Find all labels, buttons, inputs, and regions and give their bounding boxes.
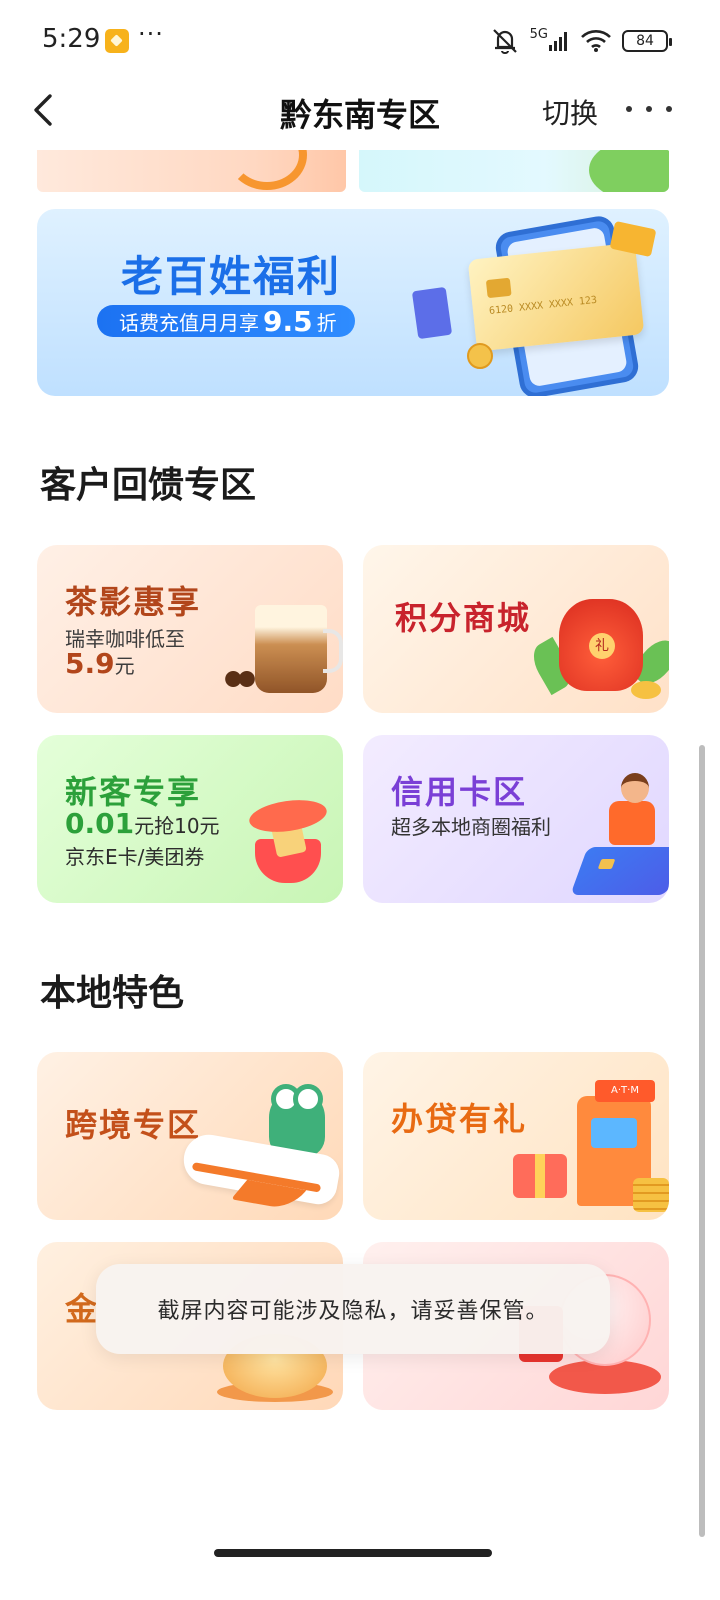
welfare-pill-suffix: 折 xyxy=(316,310,337,335)
coin-illustration xyxy=(467,343,493,369)
card-amount: 0.01元抢10元 xyxy=(65,807,220,840)
skater-illustration xyxy=(609,801,655,845)
atm-screen-illustration xyxy=(591,1118,637,1148)
card-title: 积分商城 xyxy=(395,599,532,637)
card-title: 金 xyxy=(65,1290,100,1328)
amount-value: 0.01 xyxy=(65,807,135,840)
card-subtitle: 京东E卡/美团券 xyxy=(65,845,205,869)
page-title: 黔东南专区 xyxy=(279,96,440,134)
card-points-mall[interactable]: 积分商城 礼 xyxy=(363,545,669,713)
welfare-discount-pill: 话费充值月月享 9.5 折 xyxy=(97,304,355,338)
mute-icon xyxy=(492,29,517,54)
card-loan-gift[interactable]: 办贷有礼 A·T·M xyxy=(363,1052,669,1220)
top-banner-left[interactable] xyxy=(37,150,346,192)
app-notification-icon xyxy=(105,29,129,53)
welfare-pill-discount: 9.5 xyxy=(263,304,313,338)
skater-head-illustration xyxy=(621,773,649,803)
card-new-customer[interactable]: 新客专享 0.01元抢10元 京东E卡/美团券 xyxy=(37,735,343,903)
amount-rest: 元抢10元 xyxy=(134,814,220,838)
more-dots-icon[interactable] xyxy=(626,92,672,126)
card-title: 茶影惠享 xyxy=(65,583,202,621)
gift-illustration xyxy=(513,1154,567,1198)
section-title-feedback: 客户回馈专区 xyxy=(40,465,257,506)
wifi-icon xyxy=(581,30,611,52)
card-cross-border[interactable]: 跨境专区 xyxy=(37,1052,343,1220)
status-time: 5:29 xyxy=(42,24,101,54)
credit-card-illustration xyxy=(570,847,669,895)
price-unit: 元 xyxy=(114,654,135,678)
switch-region-button[interactable]: 切换 xyxy=(542,92,598,132)
top-banner-right[interactable] xyxy=(359,150,669,192)
card-price: 5.9元 xyxy=(65,647,135,680)
coffee-beans-illustration xyxy=(223,669,257,689)
status-icons: 5G 84 xyxy=(490,26,672,54)
gold-ingot-illustration xyxy=(631,681,661,699)
section-title-local: 本地特色 xyxy=(40,973,185,1014)
welfare-banner[interactable]: 老百姓福利 话费充值月月享 9.5 折 6120 XXXX XXXX 123 xyxy=(37,209,669,396)
bank-card-illustration: 6120 XXXX XXXX 123 xyxy=(467,242,645,352)
screenshot-privacy-toast: 截屏内容可能涉及隐私，请妥善保管。 xyxy=(96,1264,610,1354)
battery-icon: 84 xyxy=(622,30,672,52)
welfare-title: 老百姓福利 xyxy=(121,252,342,301)
gift-badge: 礼 xyxy=(589,633,615,659)
coins-illustration xyxy=(633,1178,669,1212)
status-bar: 5:29 ··· 5G 84 xyxy=(0,0,720,80)
nav-bar: 黔东南专区 切换 xyxy=(0,80,720,140)
status-more-dots: ··· xyxy=(138,20,164,48)
home-indicator[interactable] xyxy=(214,1549,492,1557)
bank-card-number: 6120 XXXX XXXX 123 xyxy=(488,294,598,318)
price-value: 5.9 xyxy=(65,647,115,680)
card-tea-discount[interactable]: 茶影惠享 瑞幸咖啡低至 5.9元 xyxy=(37,545,343,713)
coffee-cup-illustration xyxy=(255,605,343,693)
card-credit-zone[interactable]: 信用卡区 超多本地商圈福利 xyxy=(363,735,669,903)
card-subtitle: 超多本地商圈福利 xyxy=(391,815,551,839)
welfare-pill-prefix: 话费充值月月享 xyxy=(119,310,259,335)
scrollbar[interactable] xyxy=(699,745,705,1537)
card-title: 办贷有礼 xyxy=(391,1100,528,1138)
sim-card-illustration xyxy=(411,286,453,340)
battery-level: 84 xyxy=(636,33,654,49)
network-label: 5G xyxy=(529,26,548,42)
signal-icon xyxy=(549,32,567,51)
atm-sign: A·T·M xyxy=(595,1080,655,1102)
card-title: 信用卡区 xyxy=(391,773,528,811)
card-title: 跨境专区 xyxy=(65,1106,202,1144)
gift-box-illustration xyxy=(247,795,329,883)
